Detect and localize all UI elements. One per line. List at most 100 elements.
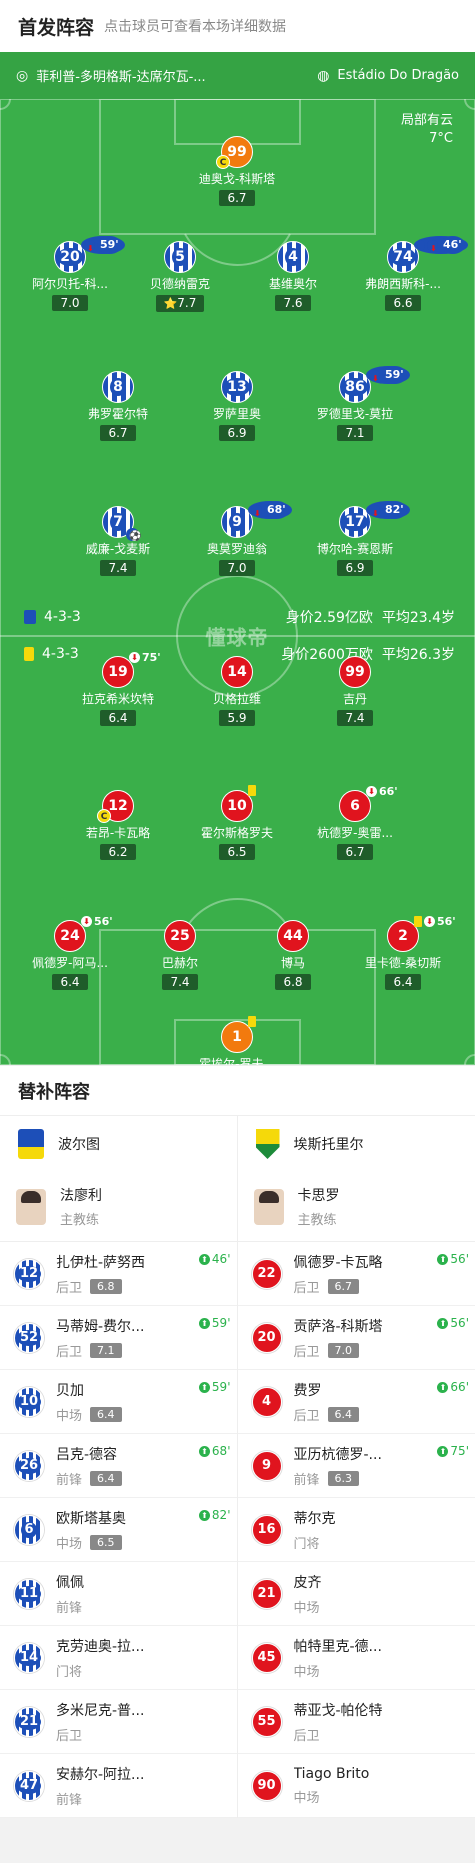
sub-out-icon: ⬇ xyxy=(424,916,435,927)
player-home[interactable]: 17 ⬇ 82' 博尔哈-赛恩斯 6.9 xyxy=(295,501,415,576)
player-rating: 5.9 xyxy=(219,710,255,726)
shirt-number: 55 xyxy=(251,1706,282,1737)
player-home[interactable]: 74 ⬇ 46' 弗朗西斯科-... 6.6 xyxy=(343,236,468,311)
sub-player-row[interactable]: 6 欧斯塔基奥 中场 6.5 ⬆ 82' xyxy=(0,1498,237,1562)
player-number: 52 xyxy=(16,1329,42,1346)
player-name: 安赫尔-阿拉... xyxy=(56,1766,145,1783)
home-value: 身价2.59亿欧 xyxy=(285,610,373,626)
sub-minute: 82' xyxy=(382,501,407,519)
player-name: Tiago Brito xyxy=(293,1765,370,1782)
sub-player-row[interactable]: 26 吕克-德容 前锋 6.4 ⬆ 68' xyxy=(0,1434,237,1498)
player-number: 24 xyxy=(60,928,80,944)
shirt-number: 11 xyxy=(14,1578,44,1609)
sub-in-icon: ⬆ xyxy=(198,1509,210,1521)
sub-player-row[interactable]: 22 佩德罗-卡瓦略 后卫 6.7 ⬆ 56' xyxy=(237,1242,475,1306)
home-team-row[interactable]: 波尔图 xyxy=(0,1116,237,1172)
player-rating: 6.8 xyxy=(90,1278,122,1294)
sub-player-row[interactable]: 21 多米尼克-普... 后卫 xyxy=(0,1690,237,1754)
player-number: 99 xyxy=(345,664,365,680)
player-number: 44 xyxy=(283,928,303,944)
sub-player-row[interactable]: 21 皮齐 中场 xyxy=(237,1562,475,1626)
player-away[interactable]: 25 巴赫尔 7.4 xyxy=(120,920,240,990)
player-away[interactable]: 24 ⬇ 56' 佩德罗-阿马... 6.4 xyxy=(10,915,130,990)
player-away[interactable]: 99 吉丹 7.4 xyxy=(295,656,415,726)
shirt-number: 24 ⬇ 56' xyxy=(54,915,113,952)
sub-player-row[interactable]: 10 贝加 中场 6.4 ⬆ 59' xyxy=(0,1370,237,1434)
player-rating: 6.9 xyxy=(337,560,373,576)
away-team-row[interactable]: 埃斯托里尔 xyxy=(238,1116,475,1172)
player-away[interactable]: 6 ⬇ 66' 杭德罗-奥雷... 6.7 xyxy=(295,785,415,860)
player-name: 吉丹 xyxy=(342,692,367,706)
player-name: 里卡德-桑切斯 xyxy=(364,956,442,970)
sub-out-icon: ⬇ xyxy=(369,504,380,518)
player-home[interactable]: 13 罗萨里奥 6.9 xyxy=(177,371,297,441)
player-home[interactable]: 5 贝德纳雷克 ⭐7.7 xyxy=(120,241,240,312)
home-avg-age: 平均23.4岁 xyxy=(381,610,455,626)
player-number: 21 xyxy=(257,1586,276,1601)
player-number: 12 xyxy=(108,798,128,814)
player-name: 阿尔贝托-科... xyxy=(32,277,108,291)
shirt-number: 22 xyxy=(251,1258,282,1289)
sub-minute: 66' xyxy=(379,785,398,798)
shirt-number: 14 xyxy=(221,656,253,688)
player-name: 帕特里克-德... xyxy=(293,1638,382,1655)
lineup-header: 首发阵容 点击球员可查看本场详细数据 xyxy=(0,0,475,52)
sub-player-row[interactable]: 9 亚历杭德罗-... 前锋 6.3 ⬆ 75' xyxy=(237,1434,475,1498)
sub-player-row[interactable]: 20 贡萨洛-科斯塔 后卫 7.0 ⬆ 56' xyxy=(237,1306,475,1370)
player-away[interactable]: 12 C 若昂-卡瓦略 6.2 xyxy=(58,790,178,860)
player-name: 拉克希米坎特 xyxy=(81,692,154,706)
sub-out-icon: ⬇ xyxy=(129,652,140,663)
player-home[interactable]: 86 ⬇ 59' 罗德里戈-莫拉 7.1 xyxy=(295,366,415,441)
subs-columns: 波尔图 法廖利 主教练 12 扎伊杜-萨努西 后卫 6.8 ⬆ 46' 52 马蒂姆-费尔...… xyxy=(0,1115,475,1818)
sub-player-row[interactable]: 4 费罗 后卫 6.4 ⬆ 66' xyxy=(237,1370,475,1434)
player-position: 后卫 xyxy=(56,1344,83,1360)
sub-in-icon: ⬆ xyxy=(198,1381,210,1393)
player-name: 罗萨里奥 xyxy=(212,407,261,421)
player-away[interactable]: 10 霍尔斯格罗夫 6.5 xyxy=(177,785,297,860)
player-home[interactable]: 99 C 迪奥戈-科斯塔 6.7 xyxy=(177,136,297,206)
player-rating: 6.5 xyxy=(90,1534,122,1550)
player-away[interactable]: 1霍埃尔-罗夫...7.0 xyxy=(177,1016,297,1065)
player-position: 后卫 xyxy=(293,1728,320,1744)
player-home[interactable]: 4 基维奥尔 7.6 xyxy=(233,241,353,311)
rating-value: 7.6 xyxy=(283,296,303,310)
away-team-name: 埃斯托里尔 xyxy=(293,1137,364,1153)
sub-in-info: ⬆ 56' xyxy=(437,1252,469,1266)
sub-minute: 59' xyxy=(97,236,122,254)
sub-in-icon: ⬆ xyxy=(198,1317,210,1329)
player-home[interactable]: 8 弗罗霍尔特 6.7 xyxy=(58,371,178,441)
away-coach-row[interactable]: 卡思罗 主教练 xyxy=(237,1172,475,1242)
sub-player-row[interactable]: 11 佩佩 前锋 xyxy=(0,1562,237,1626)
shirt-number: 47 xyxy=(14,1770,44,1801)
player-home[interactable]: 20 ⬇ 59' 阿尔贝托-科... 7.0 xyxy=(10,236,130,311)
sub-player-row[interactable]: 45 帕特里克-德... 中场 xyxy=(237,1626,475,1690)
rating-value: 7.4 xyxy=(170,975,190,989)
shirt-number: 7 ⚽ xyxy=(102,506,141,542)
stadium-icon: ◍ xyxy=(317,67,330,84)
sub-minute: 56' xyxy=(450,1316,469,1330)
weather-info: 局部有云 7°C xyxy=(401,112,453,148)
player-away[interactable]: 2 ⬇ 56' 里卡德-桑切斯 6.4 xyxy=(343,915,463,990)
player-number: 9 xyxy=(229,513,245,531)
sub-player-row[interactable]: 52 马蒂姆-费尔... 后卫 7.1 ⬆ 59' xyxy=(0,1306,237,1370)
temperature: 7°C xyxy=(429,131,453,146)
sub-minute: 68' xyxy=(264,501,289,519)
sub-player-row[interactable]: 47 安赫尔-阿拉... 前锋 xyxy=(0,1754,237,1818)
sub-in-info: ⬆ 75' xyxy=(437,1444,469,1458)
sub-in-info: ⬆ 59' xyxy=(198,1316,231,1330)
player-home[interactable]: 7 ⚽ 威廉-戈麦斯 7.4 xyxy=(58,506,178,576)
sub-player-row[interactable]: 16 蒂尔克 门将 xyxy=(237,1498,475,1562)
sub-player-row[interactable]: 14 克劳迪奥-拉... 门将 xyxy=(0,1626,237,1690)
sub-minute: 59' xyxy=(211,1316,231,1330)
sub-player-row[interactable]: 90 Tiago Brito 中场 xyxy=(237,1754,475,1818)
sub-player-row[interactable]: 12 扎伊杜-萨努西 后卫 6.8 ⬆ 46' xyxy=(0,1242,237,1306)
player-away[interactable]: 19 ⬇ 75' 拉克希米坎特 6.4 xyxy=(58,651,178,726)
home-coach-row[interactable]: 法廖利 主教练 xyxy=(0,1172,237,1242)
subs-title: 替补阵容 xyxy=(0,1065,475,1115)
rating-value: 7.0 xyxy=(60,296,80,310)
player-home[interactable]: 9 ⬇ 68' 奥莫罗迪翁 7.0 xyxy=(177,501,297,576)
player-name: 巴赫尔 xyxy=(161,956,198,970)
sub-player-row[interactable]: 55 蒂亚戈-帕伦特 后卫 xyxy=(237,1690,475,1754)
player-away[interactable]: 14 贝格拉维 5.9 xyxy=(177,656,297,726)
player-away[interactable]: 44 博马 6.8 xyxy=(233,920,353,990)
